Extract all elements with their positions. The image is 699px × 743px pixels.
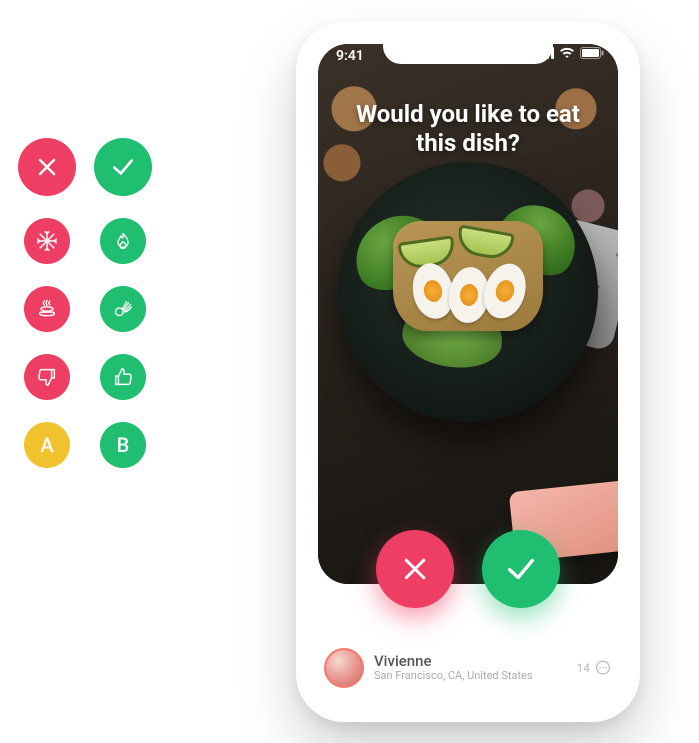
status-bar: 9:41 <box>310 36 626 76</box>
cold-icon[interactable] <box>24 218 70 264</box>
thumbs-down-icon[interactable] <box>24 354 70 400</box>
status-icons <box>536 47 604 59</box>
swipe-action-row <box>310 530 626 608</box>
comments-icon <box>594 659 612 677</box>
ok-gesture-icon[interactable] <box>100 286 146 332</box>
button-style-grid: A B <box>18 138 152 468</box>
option-a-icon[interactable]: A <box>24 422 70 468</box>
option-b-label: B <box>117 433 130 457</box>
food-illustration <box>363 197 573 377</box>
bad-dish-icon[interactable] <box>24 286 70 332</box>
author-row[interactable]: Vivienne San Francisco, CA, United State… <box>324 638 612 698</box>
phone-screen: 9:41 <box>310 36 626 708</box>
phone-mockup: 9:41 <box>296 22 640 722</box>
comments-count: 14 <box>577 661 591 675</box>
status-time: 9:41 <box>336 48 364 64</box>
wifi-icon <box>559 47 575 59</box>
prompt-question: Would you like to eat this dish? <box>318 100 618 158</box>
battery-icon <box>580 47 604 59</box>
author-text: Vivienne San Francisco, CA, United State… <box>374 653 577 683</box>
reject-dish-button[interactable] <box>376 530 454 608</box>
accept-icon[interactable] <box>94 138 152 196</box>
option-b-icon[interactable]: B <box>100 422 146 468</box>
author-name: Vivienne <box>374 653 577 670</box>
author-avatar <box>324 648 364 688</box>
author-location: San Francisco, CA, United States <box>374 670 577 683</box>
dish-card[interactable]: Would you like to eat this dish? <box>318 44 618 584</box>
hot-icon[interactable] <box>100 218 146 264</box>
thumbs-up-icon[interactable] <box>100 354 146 400</box>
cellular-signal-icon <box>536 47 554 59</box>
option-a-label: A <box>40 433 53 457</box>
reject-icon[interactable] <box>18 138 76 196</box>
accept-dish-button[interactable] <box>482 530 560 608</box>
comments-button[interactable]: 14 <box>577 659 613 677</box>
